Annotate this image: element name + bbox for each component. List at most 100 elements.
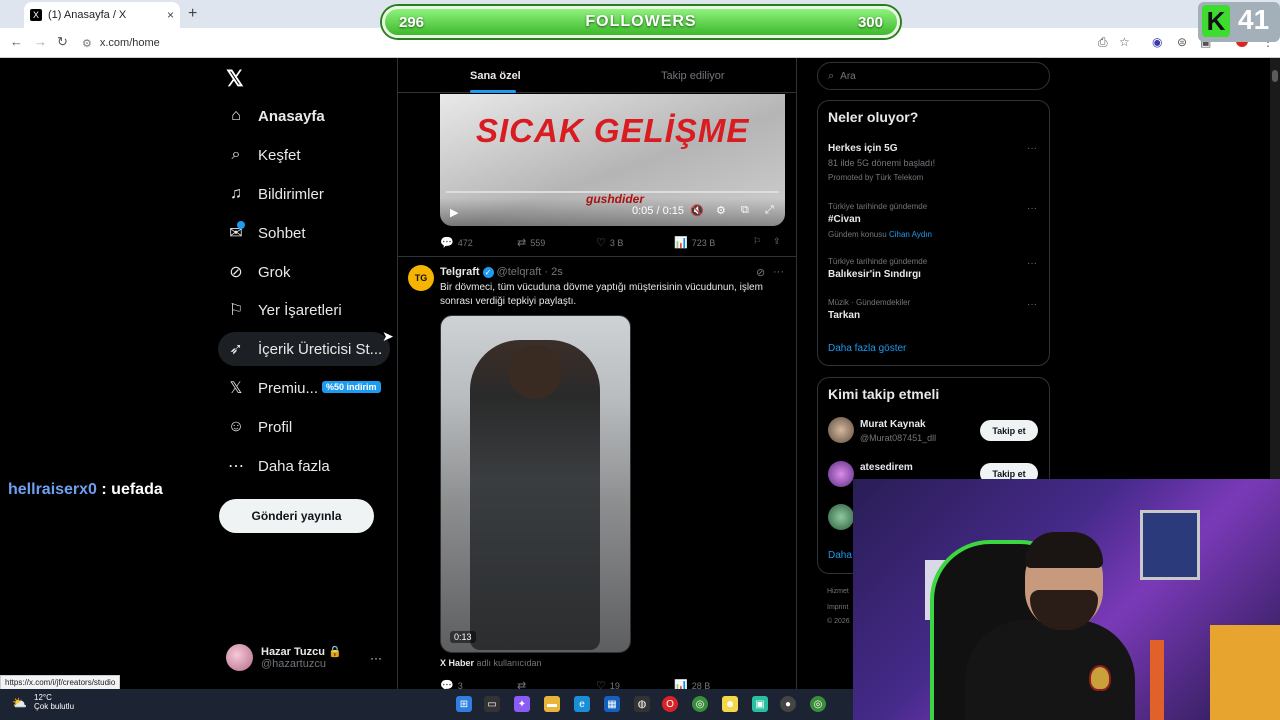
grok-icon[interactable]: ⊘ xyxy=(756,266,765,279)
more-icon[interactable]: ··· xyxy=(1027,258,1037,269)
trend-name[interactable]: Herkes için 5G xyxy=(828,143,897,154)
more-circle-icon: ⋯ xyxy=(228,458,244,475)
avatar xyxy=(226,644,253,671)
divider xyxy=(398,256,796,257)
reply-button[interactable]: 💬 472 xyxy=(440,236,473,249)
trend-name[interactable]: #Civan xyxy=(828,214,861,225)
like-button[interactable]: ♡ 3 B xyxy=(596,236,623,249)
weather-widget[interactable]: ⛅ 12°C Çok bulutlu xyxy=(12,693,74,711)
chat-text: : uefada xyxy=(96,481,163,498)
more-icon[interactable]: ··· xyxy=(1027,143,1037,154)
show-more-link[interactable]: Daha xyxy=(828,550,852,561)
more-icon[interactable]: ··· xyxy=(1027,203,1037,214)
avatar[interactable] xyxy=(828,461,854,487)
source-suffix: adlı kullanıcıdan xyxy=(474,658,542,668)
cloud-sun-icon: ⛅ xyxy=(12,696,27,710)
footer-link[interactable]: Imprint xyxy=(827,604,848,611)
footer-link[interactable]: Hizmet xyxy=(827,588,849,595)
chrome-icon[interactable]: ◎ xyxy=(810,696,826,712)
scrollbar-thumb[interactable] xyxy=(1272,70,1278,82)
sidebar-item-premium[interactable]: 𝕏 Premiu... xyxy=(226,378,318,398)
star-icon[interactable]: ☆ xyxy=(1119,35,1130,49)
video-time: 0:13 xyxy=(450,631,476,643)
new-tab-button[interactable]: + xyxy=(188,5,197,23)
site-info-icon[interactable]: ⚙ xyxy=(82,37,92,50)
opera-icon[interactable]: O xyxy=(662,696,678,712)
sidebar-item-profile[interactable]: ☺ Profil xyxy=(226,417,292,437)
scrollbar[interactable] xyxy=(1270,58,1280,479)
post-handle-time: @telqraft · 2s xyxy=(496,266,563,278)
copilot-icon[interactable]: ✦ xyxy=(514,696,530,712)
settings-icon[interactable]: ⚙ xyxy=(716,204,726,217)
more-icon[interactable]: ··· xyxy=(370,651,382,665)
avatar[interactable]: TG xyxy=(408,265,434,291)
search-icon: ⌕ xyxy=(231,146,241,163)
file-explorer-icon[interactable]: ▬ xyxy=(544,696,560,712)
app-icon[interactable]: ◍ xyxy=(634,696,650,712)
account-switcher[interactable]: Hazar Tuzcu 🔒 @hazartuzcu xyxy=(226,644,342,671)
more-icon[interactable]: ··· xyxy=(1027,299,1037,310)
webcam-wall-frame xyxy=(1140,510,1200,580)
post-author[interactable]: Telgraft xyxy=(440,266,480,278)
sidebar-item-explore[interactable]: ⌕ Keşfet xyxy=(226,145,301,165)
trend-name[interactable]: Tarkan xyxy=(828,310,860,321)
windows-start-icon[interactable]: ⊞ xyxy=(456,696,472,712)
followers-label: FOLLOWERS xyxy=(585,13,697,30)
sidebar-item-grok[interactable]: ⊘ Grok xyxy=(226,262,290,282)
extension-icon[interactable]: ◉ xyxy=(1152,35,1162,49)
search-input[interactable]: ⌕ Ara xyxy=(817,62,1050,90)
install-icon[interactable]: ⎙ xyxy=(1098,35,1108,50)
bookmark-icon[interactable]: ⚐ xyxy=(753,236,761,247)
more-icon[interactable]: ··· xyxy=(773,266,784,278)
task-view-icon[interactable]: ▭ xyxy=(484,696,500,712)
tab-following[interactable]: Takip ediliyor xyxy=(661,70,725,82)
tab-for-you[interactable]: Sana özel xyxy=(470,70,521,82)
mute-icon[interactable]: 🔇 xyxy=(690,204,704,217)
sidebar-item-label: Daha fazla xyxy=(258,457,330,475)
play-icon[interactable]: ▶ xyxy=(450,206,458,219)
browser-tab[interactable]: X (1) Anasayfa / X × xyxy=(24,2,180,28)
tab-close-icon[interactable]: × xyxy=(167,8,174,22)
app-icon[interactable]: ☻ xyxy=(722,696,738,712)
fullscreen-icon[interactable]: ⤢ xyxy=(765,204,774,217)
post-button[interactable]: Gönderi yayınla xyxy=(219,499,374,533)
follow-button[interactable]: Takip et xyxy=(980,420,1038,441)
sidebar-item-notifications[interactable]: ♫ Bildirimler xyxy=(226,184,324,204)
sidebar-item-home[interactable]: ⌂ Anasayfa xyxy=(226,106,325,126)
reload-icon[interactable]: ↻ xyxy=(57,34,68,50)
trend-name[interactable]: Balıkesir'in Sındırgı xyxy=(828,269,921,280)
trend-link[interactable]: Cihan Aydın xyxy=(889,230,932,239)
pip-icon[interactable]: ⧉ xyxy=(741,204,749,217)
sidebar-item-label: Anasayfa xyxy=(258,107,325,125)
chrome-icon[interactable]: ◎ xyxy=(692,696,708,712)
active-tab-indicator xyxy=(470,90,516,93)
store-icon[interactable]: ▦ xyxy=(604,696,620,712)
repost-button[interactable]: ⇄ 559 xyxy=(517,236,545,249)
trend-subtitle: 81 ilde 5G dönemi başladı! xyxy=(828,158,936,168)
app-icon[interactable]: ▣ xyxy=(752,696,768,712)
views-button[interactable]: 📊 723 B xyxy=(674,236,715,249)
x-logo-icon[interactable]: 𝕏 xyxy=(226,66,244,92)
share-icon[interactable]: ⇪ xyxy=(773,236,781,247)
webcam-poster xyxy=(1210,625,1280,720)
sidebar-item-bookmarks[interactable]: ⚐ Yer İşaretleri xyxy=(226,300,342,320)
chat-notification-dot xyxy=(237,221,245,229)
avatar[interactable] xyxy=(828,417,854,443)
sidebar-item-creator-studio[interactable]: ➶ İçerik Üreticisi St... xyxy=(226,339,382,359)
webcam-jersey-stripe xyxy=(1150,640,1164,720)
forward-icon[interactable]: → xyxy=(34,34,47,49)
show-more-link[interactable]: Daha fazla göster xyxy=(828,343,906,354)
obs-icon[interactable]: ● xyxy=(780,696,796,712)
sidebar-item-more[interactable]: ⋯ Daha fazla xyxy=(226,456,330,476)
video-headline: SICAK GELİŞME xyxy=(476,112,750,149)
heart-icon: ♡ xyxy=(596,237,606,249)
tab-title: (1) Anasayfa / X xyxy=(48,9,127,21)
avatar[interactable] xyxy=(828,504,854,530)
suggested-user-name[interactable]: atesedirem xyxy=(860,462,913,473)
back-icon[interactable]: ← xyxy=(10,34,23,49)
edge-icon[interactable]: e xyxy=(574,696,590,712)
video-progress-bar[interactable] xyxy=(446,191,779,193)
suggested-user-name[interactable]: Murat Kaynak xyxy=(860,419,926,430)
source-name[interactable]: X Haber xyxy=(440,658,474,668)
extension-icon[interactable]: ⊜ xyxy=(1177,35,1187,49)
